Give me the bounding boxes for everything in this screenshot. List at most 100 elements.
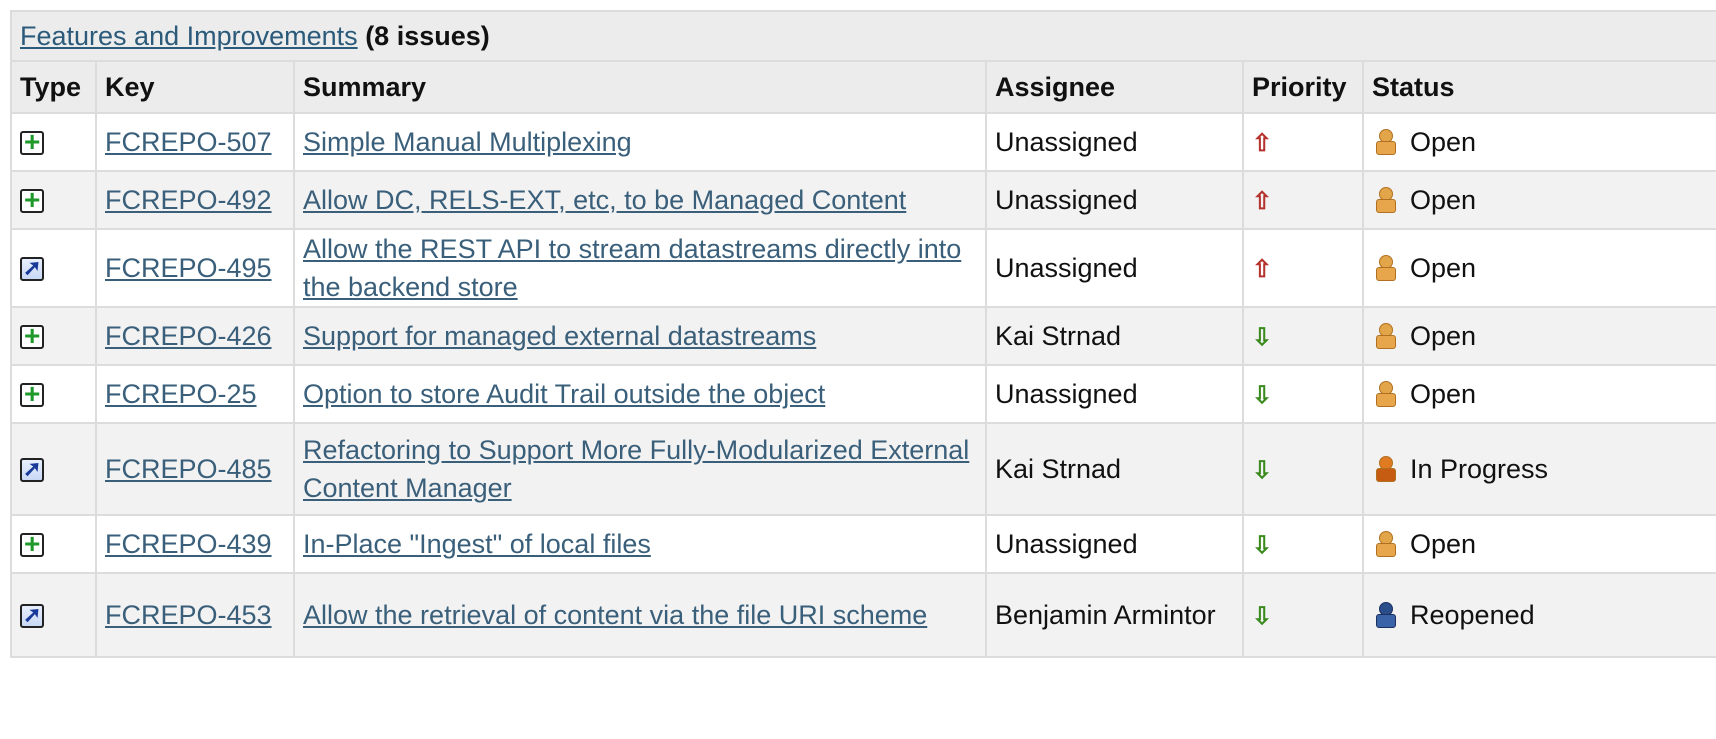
new-feature-icon <box>20 529 44 559</box>
issue-table: Features and Improvements (8 issues) Typ… <box>9 10 1716 658</box>
status-label: Open <box>1410 528 1477 559</box>
key-cell: FCREPO-453 <box>95 572 295 658</box>
summary-cell: Option to store Audit Trail outside the … <box>293 364 987 424</box>
status-label: In Progress <box>1410 453 1549 484</box>
key-cell: FCREPO-495 <box>95 228 295 308</box>
key-cell: FCREPO-485 <box>95 422 295 516</box>
summary-cell: Allow the retrieval of content via the f… <box>293 572 987 658</box>
priority-cell: ⇩ <box>1242 364 1364 424</box>
issue-summary-link[interactable]: Allow the retrieval of content via the f… <box>303 600 927 630</box>
column-header-priority: Priority <box>1242 60 1364 114</box>
up-arrow-icon: ⇧ <box>1252 129 1273 157</box>
status-label: Open <box>1410 320 1477 351</box>
down-arrow-icon: ⇩ <box>1252 531 1273 559</box>
assignee-cell: Unassigned <box>985 364 1244 424</box>
priority-cell: ⇩ <box>1242 572 1364 658</box>
priority-cell: ⇩ <box>1242 514 1364 574</box>
summary-cell: Allow DC, RELS-EXT, etc, to be Managed C… <box>293 170 987 230</box>
type-cell <box>10 422 97 516</box>
status-cell: In Progress <box>1361 422 1716 516</box>
assignee-cell: Kai Strnad <box>985 306 1244 366</box>
issue-summary-link[interactable]: Support for managed external datastreams <box>303 321 816 351</box>
open-icon <box>1372 187 1398 215</box>
priority-cell: ⇩ <box>1242 306 1364 366</box>
status-label: Open <box>1410 126 1477 157</box>
issue-key-link[interactable]: FCREPO-485 <box>105 454 272 484</box>
up-arrow-icon: ⇧ <box>1252 255 1273 283</box>
table-row: FCREPO-507 Simple Manual Multiplexing Unas… <box>10 112 1716 172</box>
assignee-cell: Unassigned <box>985 514 1244 574</box>
column-header-assignee: Assignee <box>985 60 1244 114</box>
new-feature-icon <box>20 185 44 215</box>
type-cell <box>10 364 97 424</box>
issue-key-link[interactable]: FCREPO-507 <box>105 127 272 157</box>
issue-rows: FCREPO-507 Simple Manual Multiplexing Unas… <box>10 112 1716 658</box>
down-arrow-icon: ⇩ <box>1252 381 1273 409</box>
key-cell: FCREPO-439 <box>95 514 295 574</box>
type-cell <box>10 228 97 308</box>
issue-key-link[interactable]: FCREPO-25 <box>105 379 257 409</box>
priority-cell: ⇧ <box>1242 112 1364 172</box>
status-cell: Open <box>1361 112 1716 172</box>
in-progress-icon <box>1372 456 1398 484</box>
column-header-row: Type Key Summary Assignee Priority Statu… <box>10 60 1716 114</box>
issue-summary-link[interactable]: Option to store Audit Trail outside the … <box>303 379 825 409</box>
status-cell: Open <box>1361 228 1716 308</box>
type-cell <box>10 306 97 366</box>
priority-cell: ⇩ <box>1242 422 1364 516</box>
table-row: FCREPO-492 Allow DC, RELS-EXT, etc, to be… <box>10 170 1716 230</box>
open-icon <box>1372 323 1398 351</box>
priority-cell: ⇧ <box>1242 170 1364 230</box>
issue-key-link[interactable]: FCREPO-453 <box>105 600 272 630</box>
issue-key-link[interactable]: FCREPO-439 <box>105 529 272 559</box>
column-header-key: Key <box>95 60 295 114</box>
type-cell <box>10 572 97 658</box>
section-title-link[interactable]: Features and Improvements <box>20 21 358 51</box>
issue-table-container: Features and Improvements (8 issues) Typ… <box>0 0 1716 739</box>
summary-cell: Refactoring to Support More Fully-Modula… <box>293 422 987 516</box>
new-feature-icon <box>20 379 44 409</box>
column-header-summary: Summary <box>293 60 987 114</box>
key-cell: FCREPO-507 <box>95 112 295 172</box>
status-cell: Reopened <box>1361 572 1716 658</box>
assignee-cell: Kai Strnad <box>985 422 1244 516</box>
issue-summary-link[interactable]: In-Place "Ingest" of local files <box>303 529 651 559</box>
issue-key-link[interactable]: FCREPO-492 <box>105 185 272 215</box>
table-row: FCREPO-453 Allow the retrieval of content… <box>10 572 1716 658</box>
issue-key-link[interactable]: FCREPO-495 <box>105 253 272 283</box>
issue-summary-link[interactable]: Refactoring to Support More Fully-Modula… <box>303 435 969 503</box>
status-label: Open <box>1410 378 1477 409</box>
type-cell <box>10 112 97 172</box>
section-title-row: Features and Improvements (8 issues) <box>9 10 1716 62</box>
down-arrow-icon: ⇩ <box>1252 602 1273 630</box>
key-cell: FCREPO-25 <box>95 364 295 424</box>
open-icon <box>1372 129 1398 157</box>
issue-summary-link[interactable]: Allow DC, RELS-EXT, etc, to be Managed C… <box>303 185 906 215</box>
column-header-type: Type <box>10 60 97 114</box>
issue-key-link[interactable]: FCREPO-426 <box>105 321 272 351</box>
issue-summary-link[interactable]: Simple Manual Multiplexing <box>303 127 632 157</box>
assignee-cell: Unassigned <box>985 228 1244 308</box>
status-cell: Open <box>1361 364 1716 424</box>
table-row: FCREPO-495 Allow the REST API to stream d… <box>10 228 1716 308</box>
summary-cell: Simple Manual Multiplexing <box>293 112 987 172</box>
new-feature-icon <box>20 321 44 351</box>
up-arrow-icon: ⇧ <box>1252 187 1273 215</box>
type-cell <box>10 170 97 230</box>
open-icon <box>1372 381 1398 409</box>
type-cell <box>10 514 97 574</box>
assignee-cell: Benjamin Armintor <box>985 572 1244 658</box>
table-row: FCREPO-426 Support for managed external d… <box>10 306 1716 366</box>
section-title: Features and Improvements (8 issues) <box>9 10 1716 62</box>
status-cell: Open <box>1361 514 1716 574</box>
assignee-cell: Unassigned <box>985 170 1244 230</box>
key-cell: FCREPO-426 <box>95 306 295 366</box>
priority-cell: ⇧ <box>1242 228 1364 308</box>
table-row: FCREPO-485 Refactoring to Support More Fu… <box>10 422 1716 516</box>
status-cell: Open <box>1361 170 1716 230</box>
new-feature-icon <box>20 127 44 157</box>
open-icon <box>1372 531 1398 559</box>
improvement-icon <box>20 255 44 282</box>
status-label: Open <box>1410 184 1477 215</box>
issue-summary-link[interactable]: Allow the REST API to stream datastreams… <box>303 234 961 302</box>
